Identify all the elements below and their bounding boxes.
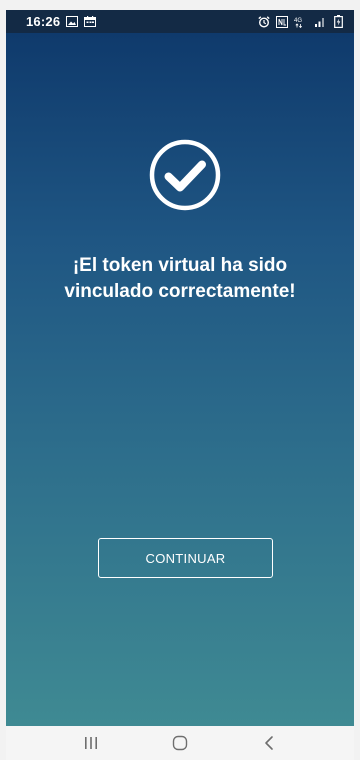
checkmark-circle-icon [149,139,221,211]
status-bar: 16:26 4G [6,10,354,33]
calendar-icon [84,16,97,28]
nfc-icon [276,15,288,28]
recent-apps-icon[interactable] [71,728,111,758]
success-message: ¡El token virtual ha sido vinculado corr… [6,253,354,305]
success-message-line-1: ¡El token virtual ha sido [72,255,288,276]
image-icon [66,16,79,28]
phone-screen: 16:26 4G ¡El token virtual ha sido vincu… [0,0,360,760]
svg-text:4G: 4G [294,18,302,24]
navigation-bar [6,726,354,760]
status-left: 16:26 [26,14,97,29]
battery-icon [332,15,344,28]
status-right: 4G [258,15,344,28]
continue-button[interactable]: CONTINUAR [98,538,273,578]
back-icon[interactable] [249,728,289,758]
network-4g-icon: 4G [294,16,308,28]
success-message-line-2: vinculado correctamente! [64,281,296,302]
token-success-screen: ¡El token virtual ha sido vinculado corr… [6,33,354,726]
status-time: 16:26 [26,14,61,29]
signal-icon [314,16,326,28]
alarm-icon [258,15,270,28]
home-icon[interactable] [160,728,200,758]
